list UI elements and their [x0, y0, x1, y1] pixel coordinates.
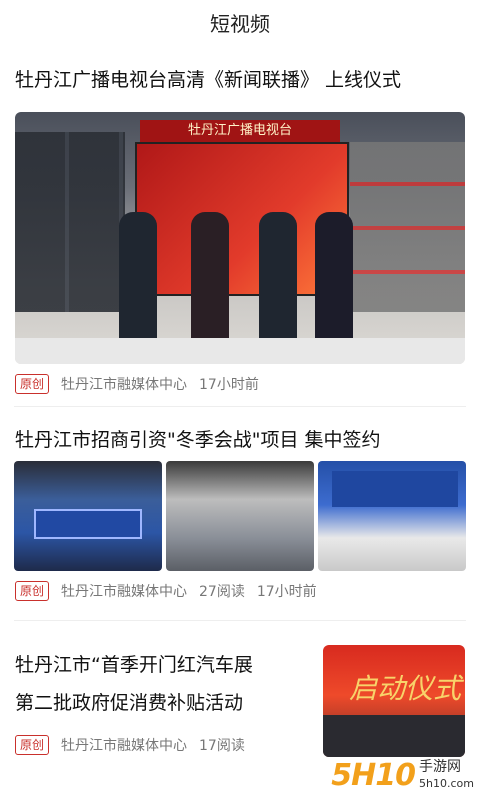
original-badge: 原创: [15, 374, 50, 394]
page-title: 短视频: [210, 11, 270, 36]
news-time: 17小时前: [199, 377, 259, 393]
watermark-domain: 5h10.com: [419, 776, 474, 790]
person-figure: [191, 212, 229, 342]
news-thumbnail-3[interactable]: [318, 461, 466, 571]
stage-caption: 启动仪式: [349, 672, 462, 705]
news-thumbnail[interactable]: 牡丹江广播电视台: [15, 112, 465, 364]
monitor-wall-right: [350, 142, 465, 312]
original-badge: 原创: [15, 735, 50, 755]
watermark-site: 手游网: [419, 758, 462, 775]
top-bar: 短视频: [0, 0, 480, 44]
news-source: 牡丹江市融媒体中心: [61, 738, 188, 754]
news-title-line-1: 牡丹江市“首季开门红汽车展: [15, 654, 253, 676]
news-title[interactable]: 牡丹江市“首季开门红汽车展 第二批政府促消费补贴活动: [15, 646, 315, 722]
original-badge: 原创: [15, 581, 50, 601]
divider: [14, 620, 466, 621]
watermark-logo-number: 5H10: [331, 757, 416, 793]
news-meta: 原创 牡丹江市融媒体中心 17小时前: [15, 374, 271, 394]
news-title[interactable]: 牡丹江市招商引资"冬季会战"项目 集中签约: [15, 426, 470, 454]
signing-banner: [34, 509, 142, 539]
news-reads: 17阅读: [199, 738, 245, 754]
news-title-line-2: 第二批政府促消费补贴活动: [15, 692, 244, 714]
news-meta: 原创 牡丹江市融媒体中心 27阅读 17小时前: [15, 581, 329, 601]
person-figure: [119, 212, 157, 342]
monitor-wall-left: [15, 132, 125, 312]
person-figure: [259, 212, 297, 342]
news-thumbnail-1[interactable]: [14, 461, 162, 571]
divider: [14, 406, 466, 407]
desk: [15, 338, 465, 364]
news-thumbnail-2[interactable]: [166, 461, 314, 571]
news-thumbnail[interactable]: 启动仪式: [323, 645, 465, 757]
news-time: 17小时前: [256, 584, 317, 600]
person-figure: [315, 212, 353, 342]
news-source: 牡丹江市融媒体中心: [61, 584, 188, 600]
news-meta: 原创 牡丹江市融媒体中心 17阅读: [15, 735, 257, 755]
site-watermark: 5H10 手游网 5h10.com: [324, 750, 474, 800]
news-reads: 27阅读: [199, 584, 245, 600]
news-title[interactable]: 牡丹江广播电视台高清《新闻联播》 上线仪式: [15, 66, 470, 94]
stage-banner: 牡丹江广播电视台: [140, 120, 340, 142]
watermark-text: 手游网 5h10.com: [419, 759, 474, 792]
news-source: 牡丹江市融媒体中心: [61, 377, 188, 393]
signing-banner: [332, 471, 458, 507]
